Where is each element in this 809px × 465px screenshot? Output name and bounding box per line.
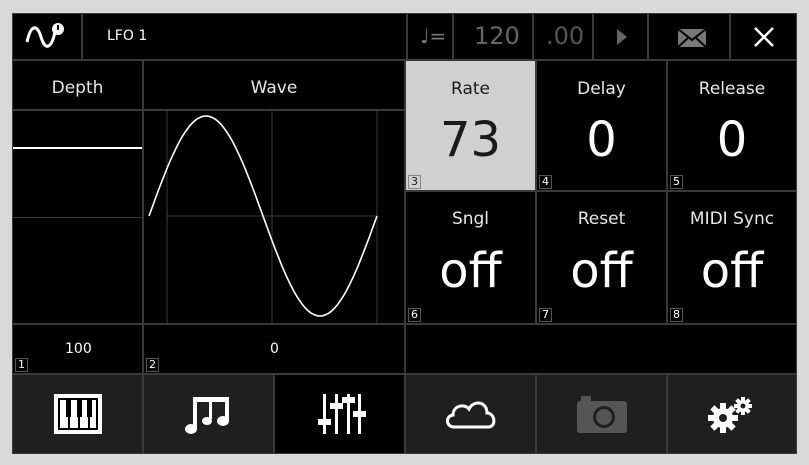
release-param[interactable]: Release 0 5 — [667, 60, 797, 191]
delay-value: 0 — [586, 112, 617, 168]
quarter-note-icon: ♩= — [420, 24, 447, 48]
depth-midline — [13, 217, 142, 218]
tempo-decimal-field[interactable]: .00 — [533, 13, 593, 60]
wave-index: 2 — [146, 358, 159, 372]
tab-mixer[interactable] — [274, 374, 405, 454]
sngl-index: 6 — [408, 308, 421, 322]
rate-param[interactable]: Rate 73 3 — [405, 60, 536, 191]
lfo-icon-button[interactable] — [12, 13, 82, 60]
depth-slider[interactable] — [12, 110, 143, 324]
tab-settings[interactable] — [667, 374, 797, 454]
sngl-param[interactable]: Sngl off 6 — [405, 191, 536, 324]
page-title: LFO 1 — [107, 28, 148, 44]
delay-param[interactable]: Delay 0 4 — [536, 60, 667, 191]
cloud-icon — [445, 401, 495, 429]
rate-value: 73 — [439, 112, 502, 168]
depth-value: 100 — [65, 341, 92, 357]
tab-camera[interactable] — [536, 374, 667, 454]
synth-screen: LFO 1 ♩= 120 .00 Depth 100 1 Wave 0 2 Ra… — [12, 13, 797, 454]
depth-label-cell[interactable]: Depth — [12, 60, 143, 110]
play-button[interactable] — [593, 13, 648, 60]
sine-wave-graph — [148, 111, 378, 323]
depth-value-cell[interactable]: 100 1 — [12, 324, 143, 374]
tempo-value: 120 — [474, 22, 520, 50]
wave-value: 0 — [270, 341, 279, 357]
tempo-value-field[interactable]: 120 — [453, 13, 533, 60]
message-button[interactable] — [648, 13, 730, 60]
lfo-wave-icon — [25, 23, 64, 48]
midi-sync-label: MIDI Sync — [689, 209, 775, 229]
sliders-icon — [317, 394, 366, 434]
wave-display[interactable] — [143, 110, 405, 324]
empty-cell — [405, 324, 797, 374]
depth-level-line — [13, 147, 142, 149]
reset-index: 7 — [539, 308, 552, 322]
release-label: Release — [698, 79, 766, 99]
wave-label-cell[interactable]: Wave — [143, 60, 405, 110]
depth-label: Depth — [51, 78, 104, 98]
tab-keyboard[interactable] — [12, 374, 143, 454]
rate-index: 3 — [408, 175, 421, 189]
tab-sequencer[interactable] — [143, 374, 274, 454]
midi-sync-index: 8 — [670, 308, 683, 322]
reset-label: Reset — [577, 209, 626, 229]
gears-icon — [708, 397, 752, 433]
tab-cloud[interactable] — [405, 374, 536, 454]
tempo-decimal: .00 — [546, 22, 585, 50]
midi-sync-param[interactable]: MIDI Sync off 8 — [667, 191, 797, 324]
reset-value: off — [570, 243, 633, 299]
sngl-label: Sngl — [451, 209, 490, 229]
camera-icon — [576, 396, 627, 433]
close-icon — [754, 27, 774, 47]
reset-param[interactable]: Reset off 7 — [536, 191, 667, 324]
delay-label: Delay — [577, 79, 626, 99]
wave-label: Wave — [250, 78, 298, 98]
release-index: 5 — [670, 175, 683, 189]
delay-index: 4 — [539, 175, 552, 189]
envelope-icon — [677, 28, 707, 48]
piano-keys-icon — [53, 394, 102, 434]
release-value: 0 — [716, 112, 748, 168]
title-bar: LFO 1 — [82, 13, 407, 60]
tempo-icon-button[interactable]: ♩= — [407, 13, 453, 60]
depth-index: 1 — [15, 358, 28, 372]
rate-label: Rate — [451, 79, 490, 99]
wave-value-cell[interactable]: 0 2 — [143, 324, 405, 374]
sngl-value: off — [439, 243, 502, 299]
music-notes-icon — [184, 397, 229, 434]
close-button[interactable] — [730, 13, 797, 60]
midi-sync-value: off — [700, 243, 764, 299]
play-icon — [617, 29, 627, 45]
